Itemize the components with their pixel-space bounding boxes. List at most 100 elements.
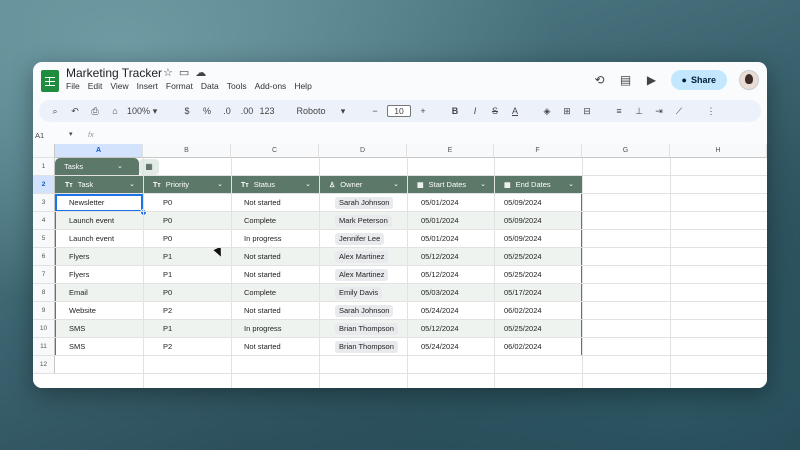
cell-task[interactable]: Website [69, 302, 96, 320]
borders-icon[interactable]: ⊞ [559, 106, 575, 117]
document-title[interactable]: Marketing Tracker [66, 66, 162, 80]
star-icon[interactable]: ☆ [163, 67, 179, 79]
column-header-h[interactable]: H [670, 144, 767, 158]
collapse-toolbar-icon[interactable]: ⌃ [763, 106, 767, 117]
cell-owner[interactable]: Emily Davis [335, 284, 383, 302]
row-header-9[interactable]: 9 [33, 302, 55, 320]
row-header-6[interactable]: 6 [33, 248, 55, 266]
meet-icon[interactable]: ▶ [645, 73, 659, 87]
cell-end[interactable]: 05/25/2024 [504, 266, 542, 284]
font-select[interactable]: Roboto [291, 106, 331, 116]
number-format-button[interactable]: 123 [259, 106, 275, 116]
cell-end[interactable]: 05/09/2024 [504, 212, 542, 230]
cell-owner[interactable]: Brian Thompson [335, 338, 398, 356]
cell-owner[interactable]: Sarah Johnson [335, 302, 394, 320]
cloud-icon[interactable]: ☁ [195, 67, 212, 79]
cell-end[interactable]: 05/25/2024 [504, 320, 542, 338]
chevron-down-icon[interactable]: ⌄ [568, 176, 574, 194]
menu-add-ons[interactable]: Add-ons [255, 81, 287, 91]
cell-priority[interactable]: P0 [163, 284, 172, 302]
cell-priority[interactable]: P0 [163, 230, 172, 248]
name-box[interactable]: A1 [35, 131, 44, 140]
horizontal-align-icon[interactable]: ≡ [611, 106, 627, 116]
cell-task[interactable]: SMS [69, 320, 85, 338]
menu-view[interactable]: View [110, 81, 128, 91]
paint-format-icon[interactable]: ⌂ [107, 106, 123, 116]
text-rotation-icon[interactable]: ⟋ [671, 106, 687, 117]
chevron-down-icon[interactable]: ⌄ [217, 176, 223, 194]
more-options-icon[interactable]: ⋮ [703, 106, 719, 117]
merge-cells-icon[interactable]: ⊟ [579, 106, 595, 117]
column-header-d[interactable]: D [319, 144, 407, 158]
chevron-down-icon[interactable]: ⌄ [117, 158, 123, 176]
chevron-down-icon[interactable]: ⌄ [305, 176, 311, 194]
chevron-down-icon[interactable]: ▾ [335, 106, 351, 117]
increase-font-size-button[interactable]: + [415, 106, 431, 116]
row-header-11[interactable]: 11 [33, 338, 55, 356]
strikethrough-button[interactable]: S [487, 106, 503, 116]
cell-owner[interactable]: Brian Thompson [335, 320, 398, 338]
spreadsheet-grid[interactable]: Tasks ⌄ ▦ Tт Task ⌄ Tт Priority ⌄ Tт Status ⌄ ♙ Ow… [33, 144, 767, 388]
cell-start[interactable]: 05/24/2024 [421, 302, 459, 320]
column-header-e[interactable]: E [407, 144, 494, 158]
cell-task[interactable]: Flyers [69, 248, 89, 266]
row-header-4[interactable]: 4 [33, 212, 55, 230]
row-header-8[interactable]: 8 [33, 284, 55, 302]
column-header-c[interactable]: C [231, 144, 319, 158]
menu-tools[interactable]: Tools [227, 81, 247, 91]
cell-status[interactable]: In progress [244, 230, 282, 248]
cell-priority[interactable]: P1 [163, 248, 172, 266]
history-icon[interactable]: ⟲ [593, 73, 607, 87]
cell-priority[interactable]: P2 [163, 338, 172, 356]
bold-button[interactable]: B [447, 106, 463, 116]
share-button[interactable]: ● Share [670, 70, 727, 90]
cell-status[interactable]: Not started [244, 302, 281, 320]
row-header-7[interactable]: 7 [33, 266, 55, 284]
font-size-input[interactable]: 10 [387, 105, 411, 117]
print-icon[interactable]: ⎙ [87, 106, 103, 117]
text-color-button[interactable]: A [507, 106, 523, 116]
select-all-corner[interactable] [33, 144, 55, 158]
cell-task[interactable]: Flyers [69, 266, 89, 284]
cell-status[interactable]: Not started [244, 266, 281, 284]
cell-owner[interactable]: Alex Martinez [335, 266, 389, 284]
menu-file[interactable]: File [66, 81, 80, 91]
zoom-select[interactable]: 100% [127, 106, 150, 116]
cell-owner[interactable]: Jennifer Lee [335, 230, 385, 248]
chevron-down-icon[interactable]: ⌄ [480, 176, 486, 194]
table-header-end-dates[interactable]: ▦ End Dates ⌄ [494, 176, 582, 194]
cell-start[interactable]: 05/12/2024 [421, 266, 459, 284]
cell-owner[interactable]: Sarah Johnson [335, 194, 394, 212]
table-header-priority[interactable]: Tт Priority ⌄ [143, 176, 231, 194]
vertical-align-icon[interactable]: ⊥ [631, 106, 647, 117]
row-header-3[interactable]: 3 [33, 194, 55, 212]
avatar[interactable] [739, 70, 759, 90]
cell-start[interactable]: 05/01/2024 [421, 194, 459, 212]
comment-icon[interactable]: ▤ [619, 73, 633, 87]
cell-task[interactable]: SMS [69, 338, 85, 356]
cell-start[interactable]: 05/12/2024 [421, 248, 459, 266]
cell-task[interactable]: Email [69, 284, 88, 302]
cell-status[interactable]: Not started [244, 338, 281, 356]
row-header-1[interactable]: 1 [33, 158, 55, 176]
fill-color-icon[interactable]: ◈ [539, 106, 555, 117]
table-header-task[interactable]: Tт Task ⌄ [55, 176, 143, 194]
chevron-down-icon[interactable]: ⌄ [393, 176, 399, 194]
chevron-down-icon[interactable]: ▾ [147, 106, 163, 117]
search-icon[interactable]: ⌕ [47, 106, 63, 117]
cell-owner[interactable]: Alex Martinez [335, 248, 389, 266]
menu-data[interactable]: Data [201, 81, 219, 91]
italic-button[interactable]: I [467, 106, 483, 116]
cell-status[interactable]: In progress [244, 320, 282, 338]
cell-status[interactable]: Complete [244, 284, 276, 302]
row-header-12[interactable]: 12 [33, 356, 55, 374]
cell-priority[interactable]: P0 [163, 194, 172, 212]
cell-end[interactable]: 06/02/2024 [504, 302, 542, 320]
menu-edit[interactable]: Edit [88, 81, 103, 91]
cell-task[interactable]: Launch event [69, 230, 114, 248]
cell-end[interactable]: 05/25/2024 [504, 248, 542, 266]
cell-priority[interactable]: P2 [163, 302, 172, 320]
cell-priority[interactable]: P1 [163, 320, 172, 338]
row-header-10[interactable]: 10 [33, 320, 55, 338]
cell-end[interactable]: 06/02/2024 [504, 338, 542, 356]
